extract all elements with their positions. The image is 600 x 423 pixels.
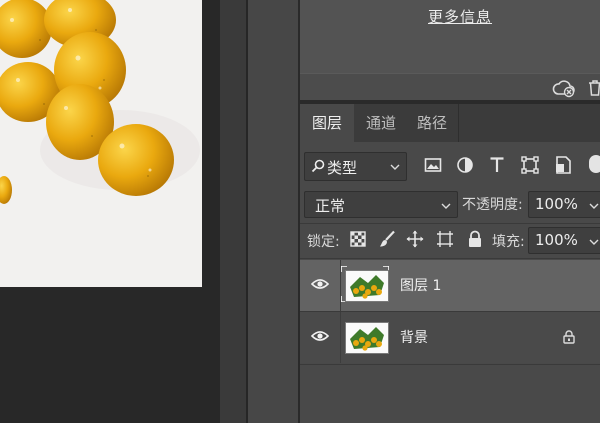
collapsed-panel-dock [248,0,298,423]
tab-paths[interactable]: 路径 [406,104,458,142]
panel-tabs: 图层 通道 路径 [300,104,600,142]
layer-thumbnail[interactable] [345,270,389,302]
lock-image-pixels-icon[interactable] [378,230,396,248]
lock-transparent-pixels-icon[interactable] [349,230,367,248]
fill-label: 填充: [492,234,525,250]
filter-toggle-switch[interactable] [589,155,600,173]
opacity-value[interactable]: 100% [535,195,578,213]
layer-thumbnail[interactable] [345,322,389,354]
layer-name[interactable]: 背景 [400,327,428,347]
divider [300,223,600,224]
layer-row-background[interactable]: 背景 [300,312,600,363]
layer-name[interactable]: 图层 1 [400,275,441,295]
type-layer-filter-icon[interactable] [487,155,507,175]
thumbnail-image [346,323,388,353]
filter-kind-label: 类型 [327,159,358,177]
shape-layer-filter-icon[interactable] [520,155,540,175]
opacity-dropdown[interactable]: 100% [528,191,600,218]
thumbnail-image [346,271,388,301]
eye-icon[interactable] [311,277,329,291]
divider [300,364,600,365]
chevron-down-icon [589,239,599,245]
tab-layers[interactable]: 图层 [300,104,354,142]
chevron-down-icon [390,164,400,170]
divider [340,312,341,363]
cloud-sync-icon[interactable] [552,80,576,98]
chevron-down-icon [589,203,599,209]
lock-artboard-icon[interactable] [436,230,454,248]
layer-row[interactable]: 图层 1 [300,260,600,311]
learn-panel: 更多信息 [300,0,600,101]
document-canvas-area[interactable] [0,0,220,423]
opacity-label: 不透明度: [462,197,523,213]
more-info-link[interactable]: 更多信息 [428,6,492,27]
panel-column: 更多信息 图层 通道 路径 类型 正常 不透明度: 100% 锁定: 填充: 1… [300,0,600,423]
divider [300,258,600,259]
trash-icon[interactable] [588,79,600,97]
layers-panel: 图层 通道 路径 类型 正常 不透明度: 100% 锁定: 填充: 100% 图… [300,104,600,423]
lock-position-icon[interactable] [406,230,424,248]
blend-mode-dropdown[interactable]: 正常 [304,191,458,218]
learn-panel-footer [300,73,600,101]
lock-all-icon[interactable] [466,230,484,248]
layer-filter-dropdown[interactable]: 类型 [304,152,407,181]
fruit-photo [0,0,202,287]
chevron-down-icon [441,203,451,209]
eye-icon[interactable] [311,329,329,343]
smart-object-filter-icon[interactable] [553,155,573,175]
dock-gutter [220,0,246,423]
lock-icon [563,330,575,344]
lock-label: 锁定: [307,234,340,250]
pixel-layer-filter-icon[interactable] [423,155,443,175]
tab-channels[interactable]: 通道 [356,104,406,142]
fill-value[interactable]: 100% [535,231,578,249]
adjustment-layer-filter-icon[interactable] [455,155,475,175]
fill-dropdown[interactable]: 100% [528,227,600,254]
blend-mode-value: 正常 [315,197,346,215]
search-icon [311,159,325,173]
tab-divider [458,104,459,142]
document-image[interactable] [0,0,202,287]
